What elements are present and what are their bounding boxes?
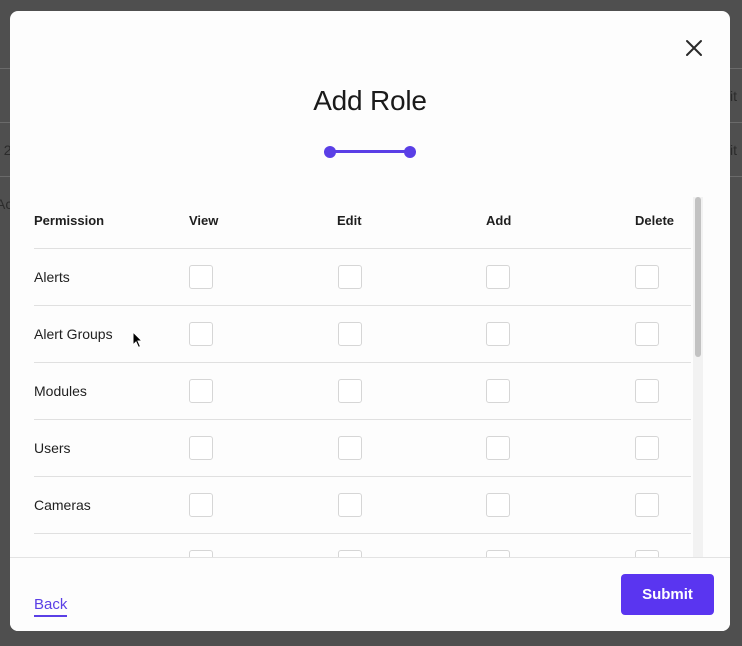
permissions-table: Permission View Edit Add Delete Alerts A…: [34, 197, 691, 557]
add-checkbox[interactable]: [486, 322, 510, 346]
permission-label: Modules: [34, 383, 87, 399]
table-row: [34, 534, 691, 557]
add-checkbox[interactable]: [486, 379, 510, 403]
header-permission: Permission: [34, 213, 105, 228]
delete-checkbox[interactable]: [635, 322, 659, 346]
edit-checkbox[interactable]: [338, 379, 362, 403]
header-delete: Delete: [635, 213, 675, 228]
delete-checkbox[interactable]: [635, 265, 659, 289]
edit-checkbox[interactable]: [338, 322, 362, 346]
modal-footer: Back Submit: [10, 557, 730, 631]
view-checkbox[interactable]: [189, 493, 213, 517]
header-add: Add: [486, 213, 512, 228]
table-row: Modules: [34, 363, 691, 420]
add-checkbox[interactable]: [486, 265, 510, 289]
add-checkbox[interactable]: [486, 436, 510, 460]
table-row: Alerts: [34, 249, 691, 306]
edit-checkbox[interactable]: [338, 436, 362, 460]
edit-checkbox[interactable]: [338, 265, 362, 289]
step-1-dot: [324, 146, 336, 158]
background-fragment: it: [730, 142, 737, 158]
table-row: Users: [34, 420, 691, 477]
view-checkbox[interactable]: [189, 322, 213, 346]
header-edit: Edit: [337, 213, 362, 228]
background-fragment: it: [730, 88, 737, 104]
edit-checkbox[interactable]: [338, 550, 362, 557]
modal-title: Add Role: [313, 85, 427, 116]
back-link[interactable]: Back: [34, 596, 68, 617]
mouse-pointer-icon: [132, 331, 144, 349]
header-view: View: [189, 213, 219, 228]
step-2-dot: [404, 146, 416, 158]
delete-checkbox[interactable]: [635, 493, 659, 517]
close-icon: [686, 40, 702, 56]
view-checkbox[interactable]: [189, 265, 213, 289]
permission-label: Alert Groups: [34, 326, 113, 342]
table-scrollbar-thumb[interactable]: [695, 197, 701, 357]
permission-label: Alerts: [34, 269, 70, 285]
view-checkbox[interactable]: [189, 436, 213, 460]
view-checkbox[interactable]: [189, 550, 213, 557]
close-button[interactable]: [683, 37, 705, 59]
permission-label: Cameras: [34, 497, 91, 513]
delete-checkbox[interactable]: [635, 550, 659, 557]
permission-label: Users: [34, 440, 71, 456]
view-checkbox[interactable]: [189, 379, 213, 403]
submit-button[interactable]: Submit: [621, 574, 714, 615]
table-header-row: Permission View Edit Add Delete: [34, 197, 691, 249]
edit-checkbox[interactable]: [338, 493, 362, 517]
add-role-modal: Add Role Permission View Edit Add Delete…: [10, 11, 730, 631]
add-checkbox[interactable]: [486, 493, 510, 517]
delete-checkbox[interactable]: [635, 436, 659, 460]
step-progress: [323, 145, 419, 159]
step-connector: [329, 150, 411, 153]
add-checkbox[interactable]: [486, 550, 510, 557]
delete-checkbox[interactable]: [635, 379, 659, 403]
table-row: Cameras: [34, 477, 691, 534]
